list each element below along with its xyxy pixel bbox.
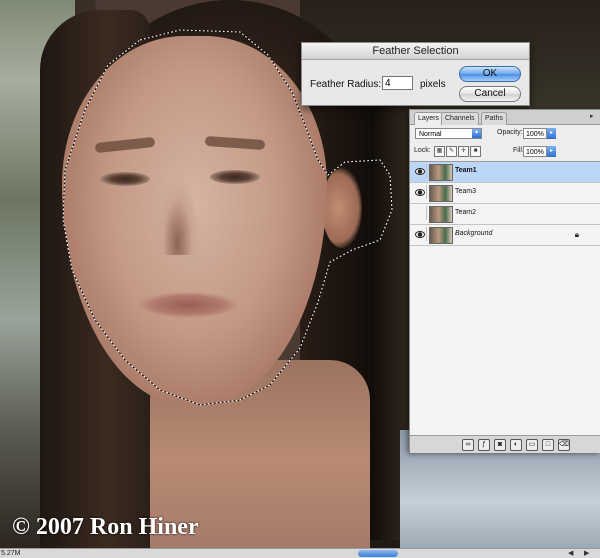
tab-channels[interactable]: Channels — [441, 112, 479, 125]
lock-fill-row: Lock: ▦ ✎ ✛ ■ Fill: 100% ▸ — [410, 146, 600, 160]
panel-tabs: Layers Channels Paths ▸ — [410, 110, 600, 125]
layer-list: Team1 Team3 Team2 Background 🔒︎ — [410, 161, 600, 436]
lock-label: Lock: — [414, 147, 431, 154]
layers-panel: Layers Channels Paths ▸ Normal ▾ Opacity… — [409, 109, 600, 453]
copyright-watermark: © 2007 Ron Hiner — [12, 514, 199, 540]
pixels-unit-label: pixels — [420, 79, 446, 90]
layer-name: Background — [455, 230, 493, 237]
eye-icon — [415, 189, 425, 196]
blend-mode-select[interactable]: Normal ▾ — [415, 128, 482, 139]
layer-row-team1[interactable]: Team1 — [410, 162, 600, 183]
layer-thumbnail — [429, 164, 453, 181]
layer-name: Team2 — [455, 209, 477, 216]
feather-selection-dialog: Feather Selection Feather Radius: 4 pixe… — [301, 42, 530, 106]
opacity-input[interactable]: 100% — [523, 128, 547, 139]
layer-thumbnail — [429, 227, 453, 244]
lock-paint-icon[interactable]: ✎ — [446, 146, 457, 157]
adjustment-layer-icon[interactable]: ◐ — [510, 439, 522, 451]
chevron-down-icon: ▾ — [472, 129, 481, 138]
layer-name: Team3 — [455, 188, 477, 195]
new-layer-icon[interactable]: □ — [542, 439, 554, 451]
layer-style-icon[interactable]: ƒ — [478, 439, 490, 451]
lock-all-icon[interactable]: ■ — [470, 146, 481, 157]
fill-input[interactable]: 100% — [523, 146, 547, 157]
dialog-title: Feather Selection — [302, 43, 529, 60]
feather-radius-label: Feather Radius: — [310, 79, 382, 90]
cancel-button[interactable]: Cancel — [459, 86, 521, 102]
layer-row-background[interactable]: Background 🔒︎ — [410, 225, 600, 246]
layer-thumbnail — [429, 206, 453, 223]
blend-opacity-row: Normal ▾ Opacity: 100% ▸ — [410, 128, 600, 142]
eye-icon — [415, 168, 425, 175]
layer-row-team2[interactable]: Team2 — [410, 204, 600, 225]
blend-mode-value: Normal — [419, 131, 442, 138]
tab-paths[interactable]: Paths — [481, 112, 507, 125]
visibility-toggle[interactable] — [412, 206, 427, 220]
feather-radius-input[interactable]: 4 — [382, 76, 413, 90]
horizontal-scroll-thumb[interactable] — [358, 550, 398, 557]
trash-icon[interactable]: ⌫ — [558, 439, 570, 451]
layer-name: Team1 — [455, 167, 477, 174]
opacity-label: Opacity: — [497, 129, 523, 136]
ok-button[interactable]: OK — [459, 66, 521, 82]
panel-footer: ∞ ƒ ◙ ◐ ▭ □ ⌫ — [410, 435, 600, 453]
visibility-toggle[interactable] — [412, 164, 427, 178]
lock-icon: 🔒︎ — [574, 230, 579, 239]
add-mask-icon[interactable]: ◙ — [494, 439, 506, 451]
link-layers-icon[interactable]: ∞ — [462, 439, 474, 451]
visibility-toggle[interactable] — [412, 185, 427, 199]
layer-thumbnail — [429, 185, 453, 202]
tab-layers[interactable]: Layers — [414, 112, 444, 125]
fill-slider-button[interactable]: ▸ — [547, 146, 556, 157]
eye-icon — [415, 231, 425, 238]
lock-move-icon[interactable]: ✛ — [458, 146, 469, 157]
visibility-toggle[interactable] — [412, 227, 427, 241]
lock-transparent-icon[interactable]: ▦ — [434, 146, 445, 157]
new-group-icon[interactable]: ▭ — [526, 439, 538, 451]
panel-menu-icon[interactable]: ▸ — [590, 113, 598, 121]
opacity-slider-button[interactable]: ▸ — [547, 128, 556, 139]
layer-row-team3[interactable]: Team3 — [410, 183, 600, 204]
